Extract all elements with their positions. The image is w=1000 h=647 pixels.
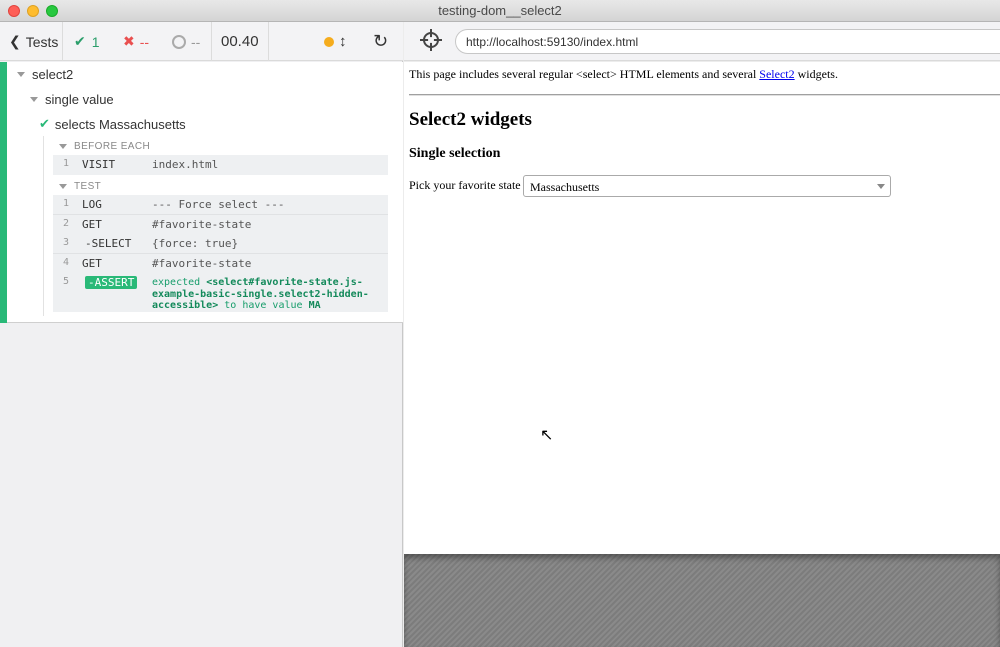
window-titlebar: testing-dom__select2 xyxy=(0,0,1000,22)
test-reporter: ❮ Tests ✔ 1 ✖ -- -- 00.40 ↕ ↻ select2 si… xyxy=(0,22,403,647)
tests-label: Tests xyxy=(25,33,59,50)
select2-link[interactable]: Select2 xyxy=(759,67,794,81)
collapse-icon xyxy=(59,184,67,189)
test-header[interactable]: TEST xyxy=(59,181,101,192)
assert-message: expected <select#favorite-state.js-examp… xyxy=(152,277,369,311)
app-viewport: This page includes several regular <sele… xyxy=(404,62,1000,554)
test-commands: 1 LOG --- Force select --- 2 GET #favori… xyxy=(53,195,388,312)
url-bar[interactable]: http://localhost:59130/index.html xyxy=(455,29,1000,54)
command-row[interactable]: 3 -SELECT {force: true} xyxy=(53,234,388,254)
selected-value: Massachusetts xyxy=(530,180,600,194)
favorite-state-select[interactable]: Massachusetts xyxy=(523,175,891,197)
circle-icon xyxy=(172,34,186,49)
before-each-commands: 1 VISIT index.html xyxy=(53,155,388,175)
page-heading: Select2 widgets xyxy=(409,109,532,130)
pass-indicator-bar xyxy=(0,62,7,323)
pick-state-label: Pick your favorite state xyxy=(409,178,521,192)
suite-title[interactable]: select2 xyxy=(17,67,73,82)
crosshair-icon[interactable] xyxy=(420,29,442,51)
reporter-header: ❮ Tests ✔ 1 ✖ -- -- 00.40 ↕ ↻ xyxy=(0,22,403,61)
app-header: http://localhost:59130/index.html xyxy=(404,22,1000,61)
section-heading: Single selection xyxy=(409,146,501,161)
collapse-icon xyxy=(17,72,25,77)
divider xyxy=(409,94,1000,96)
collapse-icon xyxy=(30,97,38,102)
app-preview: http://localhost:59130/index.html This p… xyxy=(404,22,1000,647)
intro-text: This page includes several regular <sele… xyxy=(409,67,838,81)
reload-icon[interactable]: ↻ xyxy=(373,22,388,61)
assert-badge: -ASSERT xyxy=(85,276,138,289)
suite-title[interactable]: single value xyxy=(30,92,114,107)
scroll-icon[interactable]: ↕ xyxy=(339,22,347,61)
command-row[interactable]: 2 GET #favorite-state xyxy=(53,215,388,235)
failed-count[interactable]: ✖ -- xyxy=(123,22,149,61)
reporter-body: select2 single value ✔ selects Massachus… xyxy=(0,62,403,323)
check-icon: ✔ xyxy=(74,33,86,49)
collapse-icon xyxy=(59,144,67,149)
pending-count[interactable]: -- xyxy=(172,22,200,61)
before-each-header[interactable]: BEFORE EACH xyxy=(59,141,150,152)
command-row[interactable]: 4 GET #favorite-state xyxy=(53,254,388,274)
tree-line xyxy=(43,136,44,316)
tests-button[interactable]: ❮ Tests xyxy=(0,22,62,61)
check-icon: ✔ xyxy=(39,116,50,131)
cursor-icon: ↖ xyxy=(540,425,554,444)
command-row[interactable]: 1 VISIT index.html xyxy=(53,155,388,175)
x-icon: ✖ xyxy=(123,33,135,49)
test-title[interactable]: ✔ selects Massachusetts xyxy=(39,116,186,132)
running-dot-icon xyxy=(324,37,334,47)
chevron-down-icon xyxy=(877,184,885,189)
viewport-background xyxy=(404,554,1000,647)
command-row[interactable]: 1 LOG --- Force select --- xyxy=(53,195,388,215)
window-title: testing-dom__select2 xyxy=(438,3,562,18)
duration-display: 00.40 xyxy=(221,33,259,50)
passed-count[interactable]: ✔ 1 xyxy=(74,22,100,61)
assert-command-row[interactable]: 5 -ASSERT expected <select#favorite-stat… xyxy=(53,273,388,312)
chevron-left-icon: ❮ xyxy=(9,33,21,49)
